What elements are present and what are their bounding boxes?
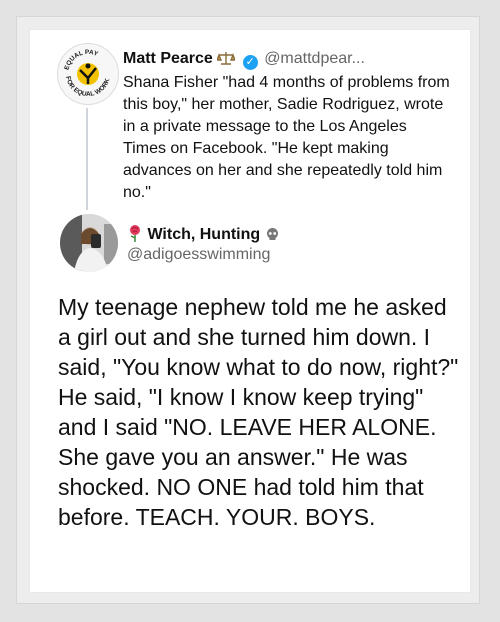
parent-tweet-text: Shana Fisher "had 4 months of problems f…	[123, 74, 450, 201]
thread-line	[86, 108, 88, 210]
quoted-author-avatar[interactable]	[60, 214, 118, 272]
author-avatar[interactable]: EQUAL PAY FOR EQUAL WORK	[57, 43, 119, 105]
quoted-tweet-text: My teenage nephew told me he asked a gir…	[58, 294, 459, 530]
verified-badge-icon: ✓	[242, 55, 258, 70]
selfie-photo-icon	[60, 214, 118, 272]
parent-author-handle[interactable]: @mattdpear...	[264, 50, 365, 67]
parent-author-row: Matt Pearce ✓ @mattdpear...	[123, 50, 365, 71]
equal-pay-badge-icon: EQUAL PAY FOR EQUAL WORK	[63, 49, 111, 98]
quoted-author-handle[interactable]: @adigoesswimming	[127, 246, 270, 264]
quoted-author-row: Witch, Hunting	[127, 224, 280, 247]
balance-scale-icon	[216, 50, 237, 71]
quoted-author-name[interactable]: Witch, Hunting	[147, 226, 260, 243]
parent-author-name[interactable]: Matt Pearce	[123, 50, 213, 67]
rose-icon	[127, 224, 143, 247]
skull-icon	[265, 227, 280, 247]
